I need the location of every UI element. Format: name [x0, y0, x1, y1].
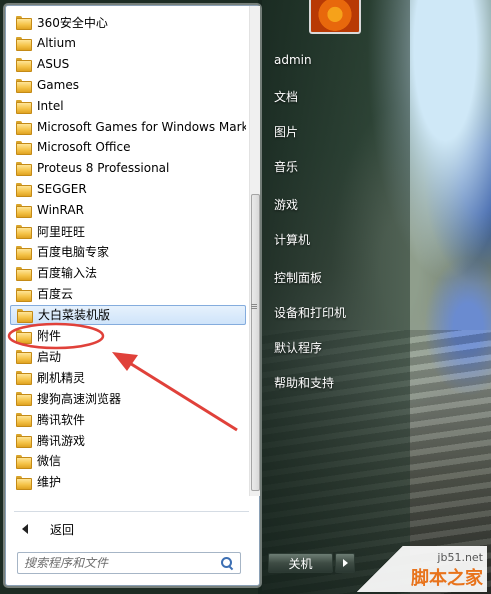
program-folder-item[interactable]: 维护: [10, 472, 246, 492]
folder-icon: [17, 308, 33, 323]
program-folder-label: ASUS: [37, 56, 70, 71]
program-folder-item[interactable]: Games: [10, 75, 246, 95]
start-menu-left-panel: 360安全中心 Altium ASUS Games Intel Microsoft Gam…: [5, 5, 260, 586]
program-folder-label: 腾讯游戏: [37, 433, 86, 448]
program-folder-label: Microsoft Games for Windows Marketplace: [37, 119, 246, 134]
program-folder-item[interactable]: 启动: [10, 346, 246, 366]
menu-divider: [14, 511, 249, 512]
menu-item-music[interactable]: 音乐: [274, 158, 298, 175]
program-folder-item[interactable]: 腾讯游戏: [10, 430, 246, 450]
program-folder-item[interactable]: Intel: [10, 96, 246, 116]
program-folder-item[interactable]: 阿里旺旺: [10, 221, 246, 241]
program-folder-item[interactable]: 大白菜装机版: [10, 304, 246, 325]
program-folder-label: Microsoft Office: [37, 140, 131, 155]
menu-item-control-panel[interactable]: 控制面板: [274, 269, 322, 286]
program-folder-label: SEGGER: [37, 182, 87, 197]
folder-icon: [16, 183, 32, 198]
menu-item-pictures[interactable]: 图片: [274, 123, 298, 140]
menu-item-admin[interactable]: admin: [274, 53, 312, 67]
program-folder-item[interactable]: 腾讯软件: [10, 409, 246, 429]
program-folder-label: Proteus 8 Professional: [37, 161, 170, 176]
back-label: 返回: [50, 522, 75, 537]
folder-icon: [16, 245, 32, 260]
folder-icon: [16, 57, 32, 72]
folder-icon: [16, 329, 32, 344]
program-folder-item[interactable]: Microsoft Office: [10, 137, 246, 157]
program-folder-label: 阿里旺旺: [37, 224, 86, 239]
watermark-url: jb51.net: [437, 551, 483, 564]
program-list-scrollbar[interactable]: [249, 6, 260, 496]
program-folder-item[interactable]: Altium: [10, 33, 246, 53]
program-folder-item[interactable]: 附件: [10, 326, 246, 346]
folder-icon: [16, 475, 32, 490]
folder-icon: [16, 434, 32, 448]
program-folder-label: 附件: [37, 329, 62, 343]
program-folder-label: 腾讯软件: [37, 412, 86, 427]
program-folder-label: 维护: [37, 475, 62, 490]
program-folder-item[interactable]: 搜狗高速浏览器: [10, 388, 246, 408]
folder-icon: [16, 141, 32, 156]
program-folder-item[interactable]: Microsoft Games for Windows Marketplace: [10, 117, 246, 137]
all-programs-list: 360安全中心 Altium ASUS Games Intel Microsoft Gam…: [6, 6, 249, 496]
folder-icon: [16, 162, 32, 177]
back-button[interactable]: 返回: [16, 518, 244, 540]
folder-icon: [16, 454, 32, 469]
folder-icon: [16, 287, 32, 302]
search-box[interactable]: [17, 552, 241, 574]
menu-item-computer[interactable]: 计算机: [274, 231, 310, 248]
menu-item-documents[interactable]: 文档: [274, 88, 298, 105]
back-arrow-icon: [22, 524, 28, 534]
program-folder-item[interactable]: ASUS: [10, 54, 246, 74]
program-folder-label: 百度电脑专家: [37, 245, 110, 260]
program-folder-item[interactable]: 百度输入法: [10, 263, 246, 283]
folder-icon: [16, 204, 32, 219]
program-folder-item[interactable]: 360安全中心: [10, 12, 246, 32]
program-folder-item[interactable]: WinRAR: [10, 200, 246, 220]
menu-item-default-programs[interactable]: 默认程序: [274, 339, 322, 356]
program-folder-item[interactable]: Proteus 8 Professional: [10, 158, 246, 178]
folder-icon: [16, 78, 32, 93]
program-folder-label: WinRAR: [37, 203, 84, 218]
folder-icon: [16, 120, 32, 135]
program-folder-label: 百度输入法: [37, 266, 98, 281]
scrollbar-thumb[interactable]: [251, 194, 260, 491]
program-folder-label: 微信: [37, 454, 62, 469]
program-folder-item[interactable]: 微信: [10, 451, 246, 471]
search-icon[interactable]: [220, 556, 234, 570]
folder-icon: [16, 16, 32, 30]
program-folder-item[interactable]: 百度电脑专家: [10, 242, 246, 262]
shutdown-button[interactable]: 关机: [268, 553, 333, 573]
folder-icon: [16, 350, 32, 365]
folder-icon: [16, 413, 32, 428]
program-folder-item[interactable]: SEGGER: [10, 179, 246, 199]
folder-icon: [16, 36, 32, 51]
program-folder-label: 百度云: [37, 287, 74, 302]
program-folder-label: Altium: [37, 35, 76, 50]
menu-item-devices-printers[interactable]: 设备和打印机: [274, 304, 346, 321]
scrollbar-grip-icon: [251, 304, 257, 309]
folder-icon: [16, 392, 32, 407]
menu-item-games[interactable]: 游戏: [274, 196, 298, 213]
program-folder-item[interactable]: 百度云: [10, 284, 246, 304]
program-folder-label: 启动: [37, 349, 62, 364]
folder-icon: [16, 99, 32, 114]
program-folder-label: 刷机精灵: [37, 370, 86, 385]
program-folder-label: Intel: [37, 98, 64, 113]
menu-item-help-support[interactable]: 帮助和支持: [274, 374, 334, 391]
user-picture[interactable]: [309, 0, 361, 34]
folder-icon: [16, 225, 32, 239]
program-folder-label: Games: [37, 77, 79, 92]
program-folder-label: 搜狗高速浏览器: [37, 391, 122, 406]
program-folder-label: 360安全中心: [37, 15, 108, 30]
folder-icon: [16, 371, 32, 386]
watermark-name: 脚本之家: [411, 568, 483, 589]
search-input[interactable]: [24, 554, 220, 572]
program-folder-label: 大白菜装机版: [38, 308, 111, 323]
folder-icon: [16, 266, 32, 281]
program-folder-item[interactable]: 刷机精灵: [10, 367, 246, 387]
